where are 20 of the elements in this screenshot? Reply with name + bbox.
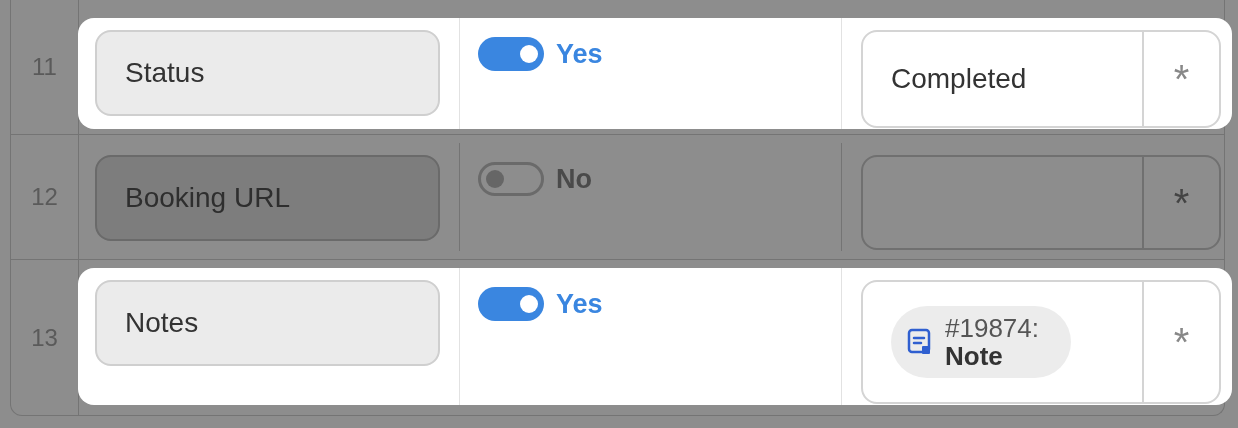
record-chip[interactable]: #19874: Note [891, 306, 1071, 378]
value-text: Completed [890, 62, 1028, 96]
note-icon [907, 328, 933, 356]
asterisk-button[interactable]: * [1142, 282, 1219, 402]
toggle-label: Yes [556, 288, 603, 321]
asterisk-button[interactable]: * [1142, 157, 1219, 248]
record-id: #19874: [945, 314, 1039, 342]
field-name: Notes [95, 280, 440, 366]
value-field[interactable]: Completed * [861, 30, 1221, 128]
field-name: Status [95, 30, 440, 116]
field-name: Booking URL [95, 155, 440, 241]
toggle-switch[interactable] [478, 37, 544, 72]
value-field[interactable]: * [861, 155, 1221, 250]
asterisk-button[interactable]: * [1142, 32, 1219, 126]
toggle-label: Yes [556, 38, 603, 71]
record-title: Note [945, 342, 1004, 370]
toggle-label: No [556, 163, 592, 196]
toggle-switch[interactable] [478, 162, 544, 197]
toggle-switch[interactable] [478, 287, 544, 322]
value-field[interactable]: #19874: Note * [861, 280, 1221, 404]
